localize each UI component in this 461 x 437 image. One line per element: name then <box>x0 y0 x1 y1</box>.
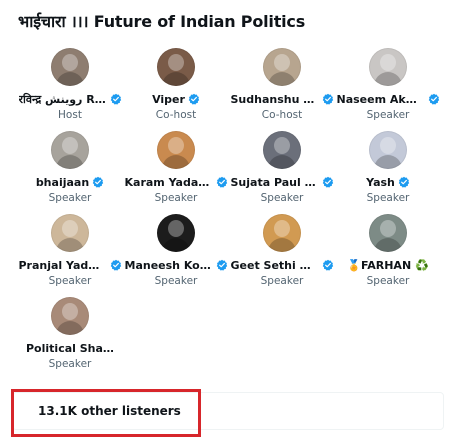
verified-badge-icon <box>322 176 333 188</box>
avatar[interactable] <box>51 214 89 252</box>
speaker-name: 🏅FARHAN ♻️ <box>347 258 429 272</box>
speaker-name: Pranjal Yadava <box>18 258 107 272</box>
avatar[interactable] <box>157 214 195 252</box>
verified-badge-icon <box>398 176 410 188</box>
speaker-role: Co-host <box>261 109 303 121</box>
verified-badge-icon <box>188 93 200 105</box>
speaker-tile[interactable]: Geet Sethi Advo... Speaker <box>230 214 334 297</box>
speaker-tile[interactable]: Pranjal Yadava Speaker <box>18 214 122 297</box>
verified-badge-icon <box>110 259 121 271</box>
speaker-role: Speaker <box>48 358 92 370</box>
speaker-name: Geet Sethi Advo... <box>230 258 319 272</box>
speaker-name: Viper <box>152 92 185 106</box>
avatar[interactable] <box>157 131 195 169</box>
speaker-tile[interactable]: Naseem Akht... Speaker <box>336 48 440 131</box>
speaker-role: Host <box>58 109 82 121</box>
speaker-name: Yash <box>366 175 395 189</box>
speaker-tile[interactable]: Viper Co-host <box>124 48 228 131</box>
speaker-tile[interactable]: Sudhanshu Y... Co-host <box>230 48 334 131</box>
speaker-name: Karam Yadav ... <box>124 175 213 189</box>
speaker-name: Naseem Akht... <box>336 92 425 106</box>
highlight-box <box>11 389 201 437</box>
speaker-tile[interactable]: Maneesh Kot... Speaker <box>124 214 228 297</box>
speaker-grid: रविन्द्र روینش Ra...HostViperCo-hostSudh… <box>18 48 448 380</box>
speaker-name: bhaijaan <box>35 175 90 189</box>
space-title: भाईचारा ।।। Future of Indian Politics <box>18 12 306 31</box>
speaker-role: Speaker <box>260 275 304 287</box>
avatar[interactable] <box>263 214 301 252</box>
avatar[interactable] <box>369 131 407 169</box>
speaker-role: Speaker <box>366 275 410 287</box>
speaker-role: Speaker <box>366 109 410 121</box>
verified-badge-icon <box>110 93 121 105</box>
speaker-name: Sudhanshu Y... <box>230 92 319 106</box>
speaker-tile[interactable]: Yash Speaker <box>336 131 440 214</box>
speaker-role: Speaker <box>154 275 198 287</box>
avatar[interactable] <box>157 48 195 86</box>
verified-badge-icon <box>428 93 439 105</box>
speaker-role: Speaker <box>260 192 304 204</box>
verified-badge-icon <box>92 176 104 188</box>
speaker-tile[interactable]: bhaijaan Speaker <box>18 131 122 214</box>
verified-badge-icon <box>216 176 227 188</box>
avatar[interactable] <box>51 131 89 169</box>
speaker-role: Speaker <box>48 275 92 287</box>
speaker-role: Speaker <box>48 192 92 204</box>
speaker-tile[interactable]: Political SharmaJi Speaker <box>18 297 122 380</box>
avatar[interactable] <box>51 48 89 86</box>
speaker-name: Maneesh Kot... <box>124 258 213 272</box>
speaker-name: Sujata Paul - ... <box>230 175 319 189</box>
speaker-tile[interactable]: Sujata Paul - ... Speaker <box>230 131 334 214</box>
speaker-role: Speaker <box>154 192 198 204</box>
avatar[interactable] <box>51 297 89 335</box>
verified-badge-icon <box>322 259 333 271</box>
verified-badge-icon <box>216 259 227 271</box>
speaker-tile[interactable]: Karam Yadav ... Speaker <box>124 131 228 214</box>
speaker-role: Co-host <box>155 109 197 121</box>
speaker-tile[interactable]: 🏅FARHAN ♻️ Speaker <box>336 214 440 297</box>
avatar[interactable] <box>369 48 407 86</box>
speaker-name: रविन्द्र روینش Ra... <box>18 92 107 106</box>
verified-badge-icon <box>322 93 333 105</box>
avatar[interactable] <box>263 131 301 169</box>
speaker-role: Speaker <box>366 192 410 204</box>
avatar[interactable] <box>263 48 301 86</box>
speaker-tile[interactable]: रविन्द्र روینش Ra... Host <box>18 48 122 131</box>
speaker-name: Political SharmaJi <box>26 341 114 355</box>
avatar[interactable] <box>369 214 407 252</box>
